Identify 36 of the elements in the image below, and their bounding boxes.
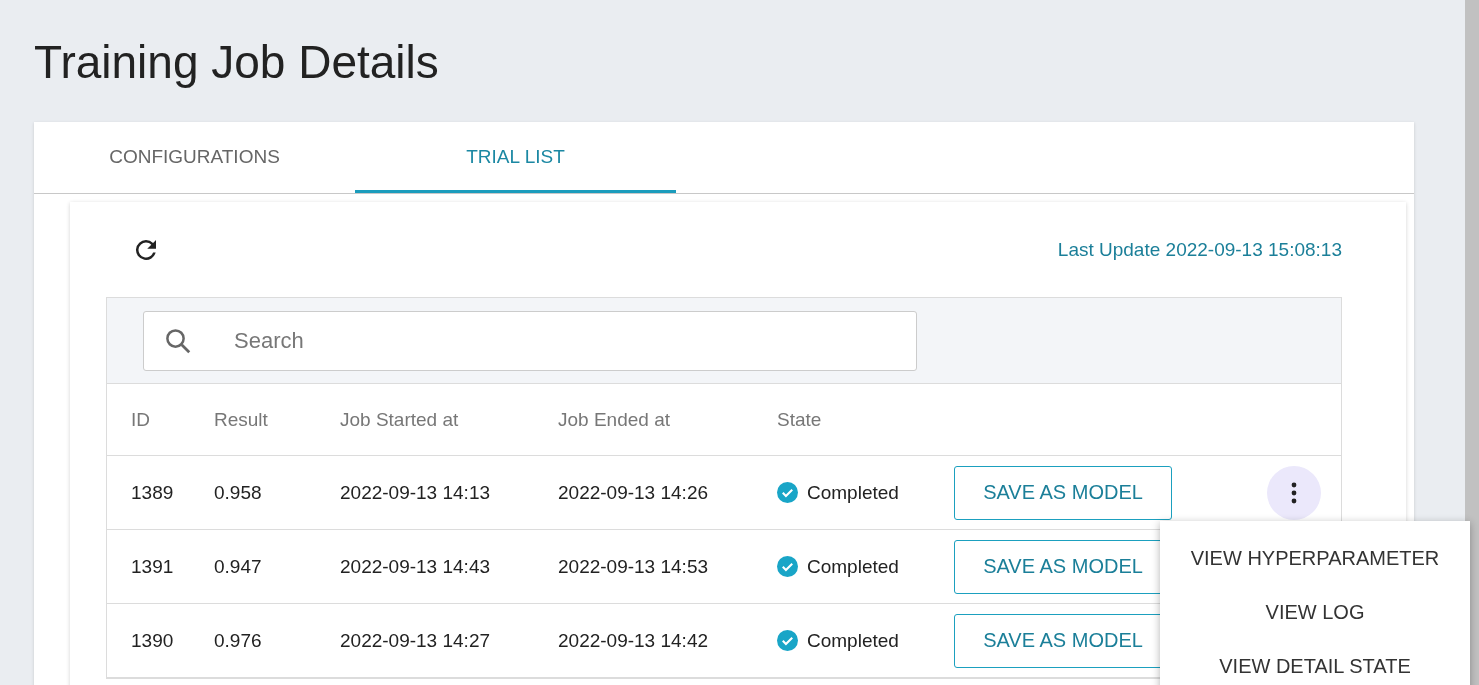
- table-cell-text: 2022-09-13 14:27: [340, 629, 491, 652]
- more-icon: [1291, 480, 1297, 505]
- table-cell-text: 0.947: [214, 555, 263, 578]
- scrollbar[interactable]: [1465, 0, 1479, 685]
- table-cell-text: 2022-09-13 14:13: [340, 481, 491, 504]
- column-header: Job Started at: [340, 408, 460, 431]
- menu-item[interactable]: VIEW HYPERPARAMETER: [1160, 531, 1470, 585]
- column-header: Result: [214, 408, 269, 431]
- check-circle-icon: [777, 630, 798, 651]
- last-update-text: Last Update 2022-09-13 15:08:13: [1057, 238, 1342, 261]
- column-header: State: [777, 408, 823, 431]
- more-options-button[interactable]: [1267, 465, 1321, 520]
- table-cell-text: 2022-09-13 14:42: [558, 629, 709, 652]
- tab[interactable]: CONFIGURATIONS: [34, 122, 355, 193]
- status-text: Completed: [807, 555, 899, 578]
- table-cell-text: 1390: [130, 629, 175, 652]
- menu-item[interactable]: VIEW LOG: [1160, 585, 1470, 639]
- status-text: Completed: [807, 481, 899, 504]
- search-field[interactable]: Search: [143, 311, 917, 371]
- check-circle-icon: [777, 482, 798, 503]
- search-icon: [163, 326, 193, 356]
- table-cell-text: 2022-09-13 14:43: [340, 555, 491, 578]
- save-as-model-button[interactable]: SAVE AS MODEL: [954, 465, 1172, 520]
- table-cell-text: 1391: [130, 555, 175, 578]
- column-header: Job Ended at: [558, 408, 671, 431]
- table-cell-text: 0.976: [214, 629, 263, 652]
- check-circle-icon: [777, 556, 798, 577]
- column-header: ID: [130, 408, 151, 431]
- table-cell-text: 0.958: [214, 481, 263, 504]
- tab[interactable]: TRIAL LIST: [355, 122, 676, 193]
- page-title: Training Job Details: [34, 35, 440, 90]
- table-cell-text: 2022-09-13 14:26: [558, 481, 709, 504]
- status-text: Completed: [807, 629, 899, 652]
- table-cell-text: 2022-09-13 14:53: [558, 555, 709, 578]
- menu-item[interactable]: VIEW DETAIL STATE: [1160, 639, 1470, 685]
- table-cell-text: 1389: [130, 481, 175, 504]
